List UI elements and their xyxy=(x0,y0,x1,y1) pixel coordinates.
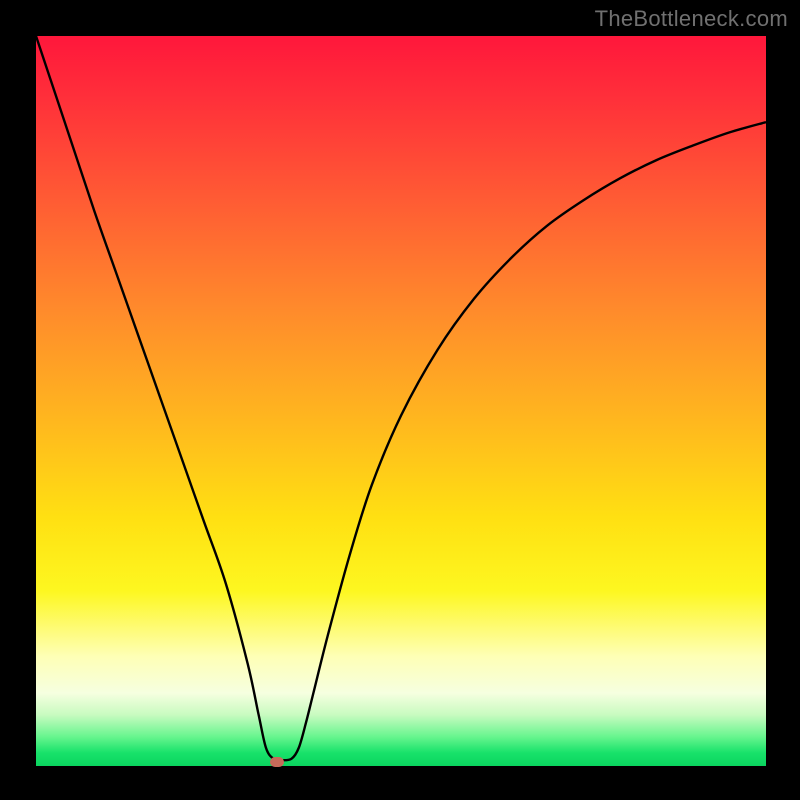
curve-path xyxy=(36,36,766,760)
bottleneck-curve xyxy=(36,36,766,766)
attribution-text: TheBottleneck.com xyxy=(595,6,788,32)
chart-frame: TheBottleneck.com xyxy=(0,0,800,800)
minimum-marker xyxy=(270,757,284,767)
plot-area xyxy=(36,36,766,766)
